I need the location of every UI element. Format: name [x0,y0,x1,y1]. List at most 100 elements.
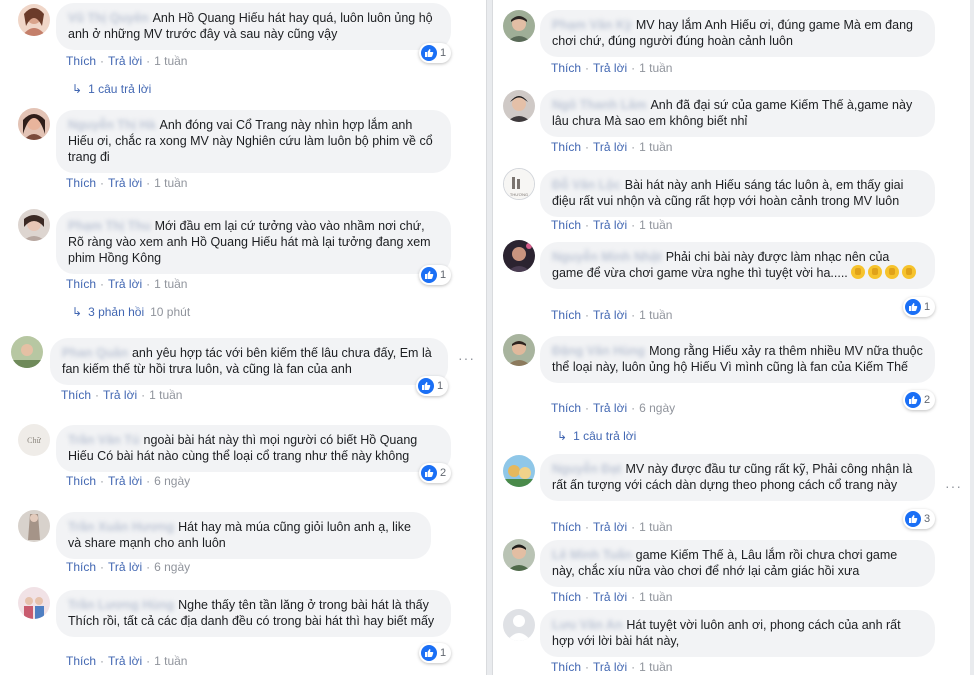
reply-link[interactable]: Trả lời [108,176,142,190]
avatar[interactable] [503,455,535,487]
comment-time[interactable]: 1 tuần [154,277,187,291]
reply-link[interactable]: Trả lời [108,560,142,574]
avatar[interactable] [18,209,50,241]
reaction-count[interactable]: 1 [419,43,452,63]
like-link[interactable]: Thích [66,277,96,291]
avatar[interactable] [18,108,50,140]
like-link[interactable]: Thích [66,560,96,574]
avatar[interactable] [503,90,535,122]
commenter-name[interactable]: Nguyễn Đạt [552,462,621,476]
commenter-name[interactable]: Đỗ Văn Lộc [552,178,621,192]
avatar[interactable] [11,336,43,368]
reaction-count[interactable]: 1 [419,265,452,285]
commenter-name[interactable]: Phạm Văn Kỳ [552,18,632,32]
commenter-name[interactable]: Phan Quân [62,346,128,360]
commenter-name[interactable]: Trần Xuân Hương [68,520,174,534]
reply-link[interactable]: Trả lời [593,590,627,604]
commenter-name[interactable]: Nguyễn Thị Hà [68,118,156,132]
comment-time[interactable]: 1 tuần [639,590,672,604]
view-replies-link[interactable]: ↳ 1 câu trả lời [72,82,151,96]
reply-link[interactable]: Trả lời [108,54,142,68]
comment-actions: Thích · Trả lời · 6 ngày [66,560,191,574]
reaction-count[interactable]: 3 [903,509,936,529]
reply-link[interactable]: Trả lời [103,388,137,402]
reply-link[interactable]: Trả lời [593,308,627,322]
comment-actions: Thích · Trả lời · 6 ngày [66,474,191,488]
comment-time[interactable]: 1 tuần [154,654,187,668]
comment-time[interactable]: 1 tuần [154,54,187,68]
commenter-name[interactable]: Vũ Thị Quyên [68,11,149,25]
like-link[interactable]: Thích [551,308,581,322]
commenter-name[interactable]: Lê Minh Tuấn [552,548,632,562]
avatar[interactable]: Chữ [18,424,50,456]
comment-time[interactable]: 1 tuần [639,218,672,232]
comment-actions: Thích · Trả lời · 1 tuần [551,520,673,534]
comment-time[interactable]: 6 ngày [639,401,675,415]
reaction-count[interactable]: 1 [416,376,449,396]
comment-bubble: Đỗ Văn Lộc Bài hát này anh Hiếu sáng tác … [540,170,935,217]
commenter-name[interactable]: Nguyễn Minh Nhật [552,250,662,264]
avatar[interactable] [18,4,50,36]
comment-time[interactable]: 1 tuần [639,520,672,534]
commenter-name[interactable]: Ngô Thanh Lâm [552,98,646,112]
avatar[interactable] [503,334,535,366]
like-link[interactable]: Thích [551,590,581,604]
comment-bubble: Ngô Thanh Lâm Anh đã đại sứ của game Kiếm… [540,90,935,137]
reply-link[interactable]: Trả lời [593,401,627,415]
reply-link[interactable]: Trả lời [593,218,627,232]
reply-link[interactable]: Trả lời [108,474,142,488]
view-replies-link[interactable]: ↳ 1 câu trả lời [557,429,636,443]
comment-time[interactable]: 6 ngày [154,474,190,488]
avatar[interactable]: THƯƠNG [503,168,535,200]
more-options-icon[interactable]: ··· [458,350,475,366]
commenter-name[interactable]: Lưu Văn An [552,618,622,632]
comment-time[interactable]: 1 tuần [639,660,672,674]
comment-time[interactable]: 6 ngày [154,560,190,574]
reply-link[interactable]: Trả lời [593,61,627,75]
reaction-count[interactable]: 2 [903,390,936,410]
like-link[interactable]: Thích [66,654,96,668]
comment-actions: Thích · Trả lời · 1 tuần [551,140,673,154]
comment-time[interactable]: 1 tuần [639,61,672,75]
commenter-name[interactable]: Trần Văn Tú [68,433,140,447]
like-link[interactable]: Thích [551,218,581,232]
commenter-name[interactable]: Phạm Thị Thu [68,219,151,233]
avatar[interactable] [503,240,535,272]
reaction-count[interactable]: 1 [419,643,452,663]
comment-bubble: Phạm Văn Kỳ MV hay lắm Anh Hiếu ơi, đúng … [540,10,935,57]
reply-link[interactable]: Trả lời [108,654,142,668]
comment-actions: Thích · Trả lời · 1 tuần [66,176,188,190]
like-link[interactable]: Thích [551,61,581,75]
comment-time[interactable]: 1 tuần [639,308,672,322]
avatar[interactable] [18,510,50,542]
reply-link[interactable]: Trả lời [108,277,142,291]
like-link[interactable]: Thích [551,660,581,674]
commenter-name[interactable]: Đặng Văn Hùng [552,344,645,358]
reaction-count[interactable]: 2 [419,463,452,483]
like-link[interactable]: Thích [66,176,96,190]
reply-link[interactable]: Trả lời [593,140,627,154]
like-link[interactable]: Thích [66,474,96,488]
comment-time[interactable]: 1 tuần [154,176,187,190]
commenter-name[interactable]: Trần Lương Hùng [68,598,174,612]
like-link[interactable]: Thích [551,140,581,154]
reply-link[interactable]: Trả lời [593,520,627,534]
avatar[interactable] [503,10,535,42]
like-icon [418,378,434,394]
avatar[interactable] [503,539,535,571]
avatar[interactable] [18,587,50,619]
reply-link[interactable]: Trả lời [593,660,627,674]
avatar[interactable] [503,609,535,641]
comment-bubble: Lưu Văn An Hát tuyệt vời luôn anh ơi, pho… [540,610,935,657]
comment-time[interactable]: 1 tuần [639,140,672,154]
reaction-count[interactable]: 1 [903,297,936,317]
more-options-icon[interactable]: ··· [945,478,962,494]
comment-panel-left: Vũ Thị Quyên Anh Hồ Quang Hiếu hát hay qu… [0,0,487,675]
like-link[interactable]: Thích [551,520,581,534]
like-link[interactable]: Thích [61,388,91,402]
like-link[interactable]: Thích [551,401,581,415]
view-replies-link[interactable]: ↳ 3 phản hồi 10 phút [72,305,190,319]
comment-time[interactable]: 1 tuần [149,388,182,402]
like-link[interactable]: Thích [66,54,96,68]
svg-text:Chữ: Chữ [27,436,41,445]
